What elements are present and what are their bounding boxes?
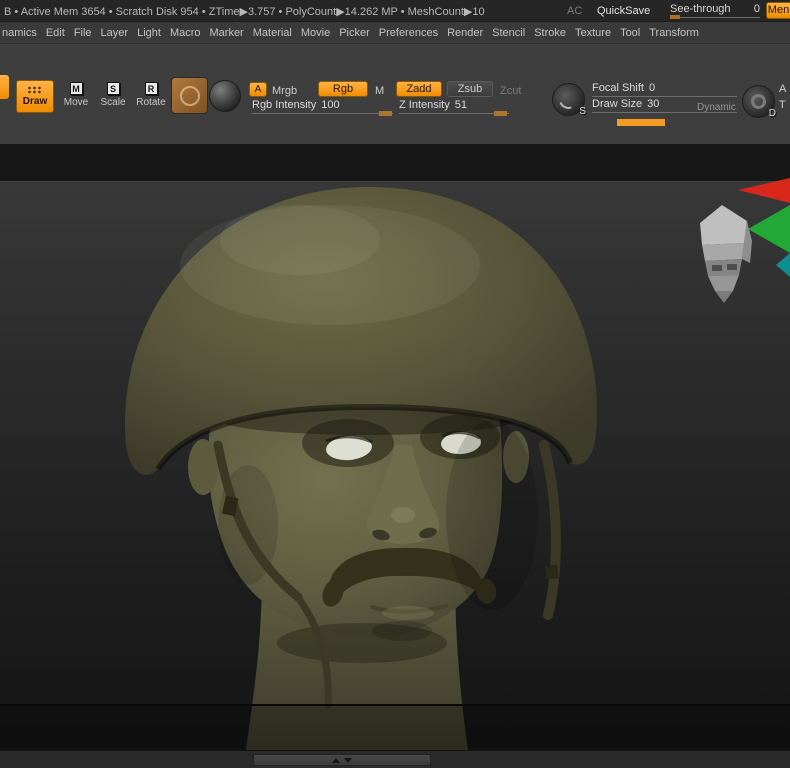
menu-render[interactable]: Render — [447, 27, 483, 39]
menu-preferences[interactable]: Preferences — [379, 27, 438, 39]
brush-sphere-icon — [179, 85, 200, 106]
rgb-intensity-handle[interactable] — [379, 111, 392, 116]
rgb-intensity-label: Rgb Intensity — [252, 99, 317, 111]
alpha-thumbnail[interactable]: D — [742, 85, 776, 119]
focal-shift-label: Focal Shift — [592, 82, 644, 94]
see-through-handle[interactable] — [670, 15, 680, 19]
move-key-icon: M — [69, 82, 83, 95]
horizontal-scrollbar[interactable] — [0, 750, 790, 768]
menus-button[interactable]: Men — [766, 2, 790, 19]
menu-file[interactable]: File — [74, 27, 92, 39]
z-intensity-label: Z Intensity — [399, 99, 450, 111]
menu-tool[interactable]: Tool — [620, 27, 640, 39]
mrgb-toggle[interactable]: Mrgb — [272, 85, 297, 97]
draw-mode-label: Draw — [22, 96, 48, 107]
clipped-add-label[interactable]: A — [779, 83, 786, 95]
axis-arrow-red[interactable] — [738, 178, 790, 203]
material-thumbnail[interactable] — [209, 80, 241, 112]
z-intensity-value: 51 — [454, 99, 467, 111]
clipped-shelf-icon[interactable] — [0, 75, 9, 99]
zcut-button[interactable]: Zcut — [500, 85, 521, 97]
alpha-ring-icon — [751, 94, 766, 109]
rotate-mode-label: Rotate — [136, 97, 166, 108]
scale-mode-label: Scale — [100, 97, 126, 108]
rgb-intensity-track[interactable] — [252, 111, 393, 116]
horizontal-scrollbar-thumb[interactable] — [253, 754, 431, 766]
draw-size-label: Draw Size — [592, 98, 643, 110]
see-through-track[interactable] — [670, 15, 760, 19]
menu-layer[interactable]: Layer — [101, 27, 129, 39]
menu-picker[interactable]: Picker — [339, 27, 370, 39]
draw-dots-icon — [27, 86, 43, 94]
z-intensity-slider[interactable]: Z Intensity 51 — [399, 99, 509, 116]
stroke-badge: S — [579, 106, 586, 117]
move-mode-button[interactable]: M Move — [59, 82, 93, 108]
top-shelf: Draw M Move S Scale R Rotate A Mrgb Rgb … — [0, 44, 790, 145]
move-mode-label: Move — [63, 97, 89, 108]
focal-shift-slider[interactable]: Focal Shift 0 — [592, 82, 737, 97]
menu-marker[interactable]: Marker — [210, 27, 244, 39]
alpha-badge: D — [768, 108, 776, 119]
zadd-button[interactable]: Zadd — [396, 81, 442, 97]
see-through-label: See-through — [670, 3, 731, 15]
rotate-key-icon: R — [144, 82, 158, 95]
focal-shift-track[interactable] — [592, 96, 737, 97]
zsub-button[interactable]: Zsub — [447, 81, 493, 97]
rgb-intensity-slider[interactable]: Rgb Intensity 100 — [252, 99, 393, 116]
menu-edit[interactable]: Edit — [46, 27, 65, 39]
brush-thumbnail[interactable] — [171, 77, 208, 114]
ac-label: AC — [567, 5, 583, 17]
memory-stats-text: B • Active Mem 3654 • Scratch Disk 954 •… — [4, 6, 485, 18]
camera-gizmo-head[interactable] — [700, 205, 752, 303]
menu-macro[interactable]: Macro — [170, 27, 201, 39]
scale-key-icon: S — [106, 82, 120, 95]
stroke-thumbnail[interactable]: S — [552, 83, 586, 117]
draw-size-value: 30 — [647, 98, 660, 110]
stroke-curve-icon — [555, 86, 582, 113]
scroll-up-arrow-icon[interactable] — [332, 757, 340, 763]
dynamic-toggle[interactable]: Dynamic — [697, 102, 736, 113]
menu-movie[interactable]: Movie — [301, 27, 330, 39]
soldier-head-model — [125, 187, 597, 750]
menu-dynamics[interactable]: namics — [2, 27, 37, 39]
z-intensity-handle[interactable] — [494, 111, 507, 116]
axis-arrow-green[interactable] — [748, 205, 790, 253]
quicksave-button[interactable]: QuickSave — [597, 5, 650, 17]
rgb-toggle-button[interactable]: Rgb — [318, 81, 368, 97]
scale-mode-button[interactable]: S Scale — [96, 82, 130, 108]
scroll-down-arrow-icon[interactable] — [344, 757, 352, 763]
axis-arrow-teal[interactable] — [776, 253, 790, 277]
menu-stencil[interactable]: Stencil — [492, 27, 525, 39]
draw-mode-button[interactable]: Draw — [16, 80, 54, 113]
viewport-canvas[interactable] — [0, 145, 790, 750]
menu-material[interactable]: Material — [253, 27, 292, 39]
see-through-value: 0 — [753, 3, 760, 15]
rgb-intensity-value: 100 — [321, 99, 340, 111]
menu-transform[interactable]: Transform — [649, 27, 699, 39]
menu-light[interactable]: Light — [137, 27, 161, 39]
clipped-to-label[interactable]: T — [779, 99, 786, 111]
z-intensity-track[interactable] — [399, 111, 509, 116]
menu-stroke[interactable]: Stroke — [534, 27, 566, 39]
zbrush-window: B • Active Mem 3654 • Scratch Disk 954 •… — [0, 0, 790, 768]
status-bar: B • Active Mem 3654 • Scratch Disk 954 •… — [0, 0, 790, 22]
m-toggle[interactable]: M — [375, 85, 384, 97]
see-through-slider[interactable]: See-through 0 — [670, 3, 760, 19]
menu-bar: namics Edit File Layer Light Macro Marke… — [0, 22, 790, 44]
draw-size-indicator — [617, 119, 665, 126]
sculpt-model-svg — [125, 178, 790, 750]
focal-shift-value: 0 — [648, 82, 656, 94]
a-toggle-button[interactable]: A — [249, 82, 267, 97]
document-split-line — [0, 704, 790, 706]
rotate-mode-button[interactable]: R Rotate — [132, 82, 170, 108]
menu-texture[interactable]: Texture — [575, 27, 611, 39]
